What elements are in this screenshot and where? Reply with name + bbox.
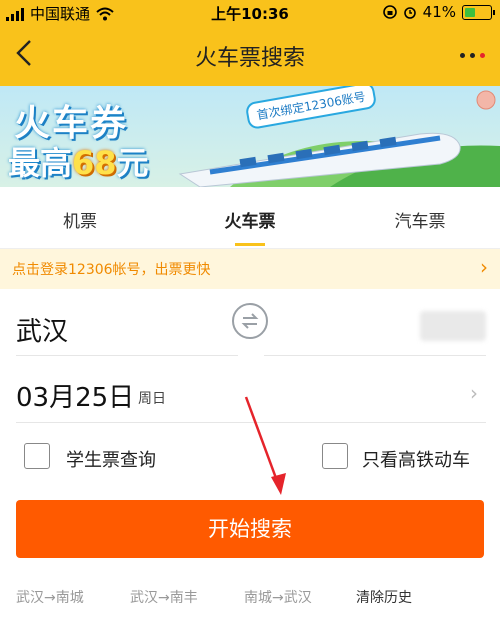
login-notice[interactable]: 点击登录12306帐号，出票更快 › <box>0 249 500 289</box>
to-city-blurred[interactable] <box>420 311 486 341</box>
from-city[interactable]: 武汉 <box>16 311 68 348</box>
clear-history-button[interactable]: 清除历史 <box>356 587 412 607</box>
tab-bus[interactable]: 汽车票 <box>360 207 480 232</box>
search-button[interactable]: 开始搜索 <box>16 500 484 558</box>
student-ticket-label: 学生票查询 <box>66 450 156 471</box>
promo-banner[interactable]: 火车券 最高68元 首次绑定12306账号 <box>0 86 500 187</box>
swap-cities-icon[interactable] <box>232 303 268 339</box>
tab-train[interactable]: 火车票 <box>190 207 310 246</box>
battery-icon <box>462 4 495 20</box>
page-title: 火车票搜索 <box>194 46 305 71</box>
status-bar: 中国联通 上午10:36 41% <box>0 0 500 24</box>
more-dots-icon[interactable] <box>460 42 486 68</box>
tab-train-label: 火车票 <box>224 212 276 232</box>
banner-amount: 68 <box>72 144 117 182</box>
tab-flight[interactable]: 机票 <box>20 207 140 232</box>
status-right: 41% <box>382 3 495 21</box>
divider <box>264 355 486 356</box>
notice-text: 点击登录12306帐号，出票更快 <box>12 262 211 278</box>
highspeed-only-label: 只看高铁动车 <box>362 450 470 471</box>
rotation-lock-icon <box>382 5 397 19</box>
banner-subheadline: 最高68元 <box>8 138 149 184</box>
annotation-arrow <box>244 396 286 495</box>
banner-prefix: 最高 <box>8 144 73 182</box>
nav-header: 火车票搜索 <box>0 24 500 86</box>
history-item[interactable]: 武汉→南丰 <box>130 587 198 607</box>
divider <box>16 355 238 356</box>
battery-fill <box>465 7 475 17</box>
chevron-right-icon: › <box>480 255 488 279</box>
history-item[interactable]: 武汉→南城 <box>16 587 84 607</box>
highspeed-only-checkbox[interactable] <box>322 443 348 469</box>
tab-active-indicator <box>235 243 265 246</box>
banner-suffix: 元 <box>116 144 149 182</box>
chevron-right-icon: › <box>470 381 478 405</box>
student-ticket-checkbox[interactable] <box>24 443 50 469</box>
alarm-icon <box>403 7 416 19</box>
battery-percent: 41% <box>422 3 456 21</box>
history-item[interactable]: 南城→武汉 <box>244 587 312 607</box>
travel-date[interactable]: 03月25日 <box>16 377 134 414</box>
travel-weekday: 周日 <box>138 391 166 407</box>
search-form: 武汉 03月25日 周日 › 学生票查询 只看高铁动车 开始搜索 武汉→南城 武… <box>0 289 500 643</box>
transport-tabs: 机票 火车票 汽车票 <box>0 187 500 249</box>
